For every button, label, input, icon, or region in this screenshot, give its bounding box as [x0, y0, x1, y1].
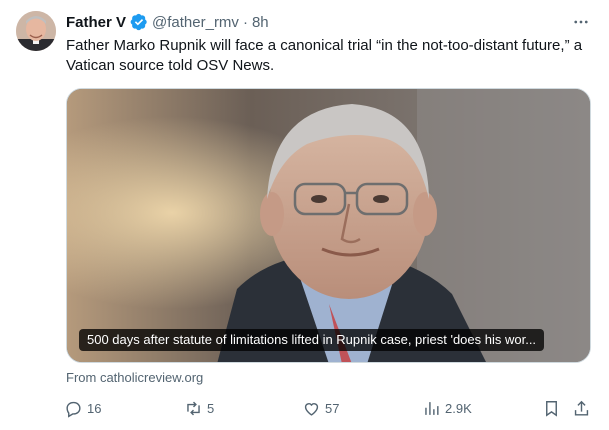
- card-caption[interactable]: 500 days after statute of limitations li…: [79, 329, 545, 351]
- bookmark-button[interactable]: [542, 396, 561, 420]
- like-count: 57: [325, 400, 340, 416]
- reply-button[interactable]: 16: [64, 396, 101, 420]
- more-options-button[interactable]: [571, 12, 591, 32]
- separator-dot: ·: [242, 13, 248, 31]
- repost-count: 5: [207, 400, 215, 416]
- share-button[interactable]: [572, 396, 591, 420]
- heart-icon: [304, 402, 319, 416]
- views-count: 2.9K: [445, 400, 472, 416]
- reply-count: 16: [87, 400, 102, 416]
- repost-icon: [187, 401, 200, 415]
- like-button[interactable]: 57: [302, 396, 339, 420]
- author-name[interactable]: Father V: [66, 14, 126, 31]
- bookmark-icon: [546, 400, 557, 417]
- reply-icon: [66, 401, 81, 418]
- repost-button[interactable]: 5: [184, 396, 214, 420]
- link-source[interactable]: From catholicreview.org: [66, 370, 203, 385]
- link-card-image[interactable]: 500 days after statute of limitations li…: [66, 88, 591, 363]
- action-bar: 16 5 57 2.9K: [60, 396, 594, 420]
- views-button[interactable]: 2.9K: [422, 396, 472, 420]
- share-icon: [574, 400, 589, 416]
- avatar[interactable]: [16, 11, 56, 51]
- tweet-timestamp[interactable]: 8h: [252, 14, 269, 31]
- tweet-text: Father Marko Rupnik will face a canonica…: [66, 37, 583, 74]
- news-photo: [67, 89, 590, 362]
- views-icon: [425, 401, 439, 415]
- author-handle[interactable]: @father_rmv: [152, 14, 239, 31]
- tweet-header: Father V @father_rmv · 8h: [66, 12, 269, 32]
- verified-badge-icon[interactable]: [130, 13, 148, 31]
- more-dots-icon: [574, 20, 588, 24]
- avatar-image: [16, 11, 56, 51]
